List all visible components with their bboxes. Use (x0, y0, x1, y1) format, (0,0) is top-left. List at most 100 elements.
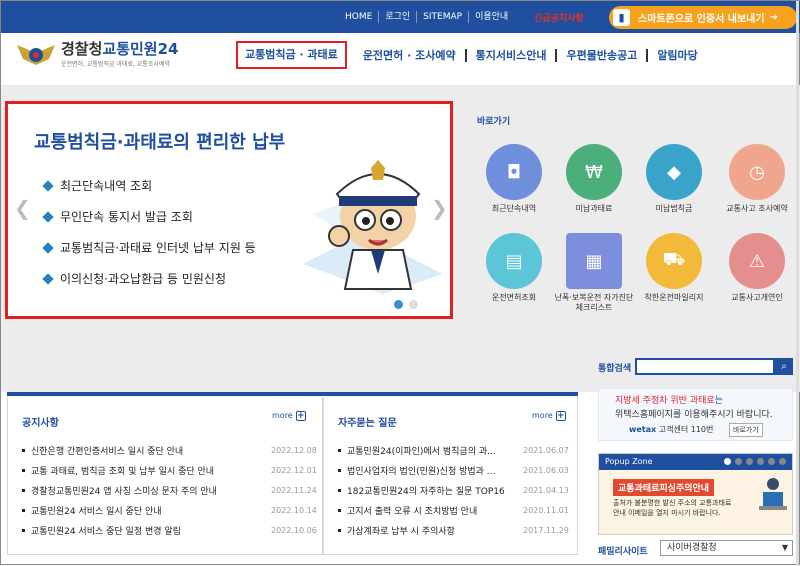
nav-mail-return[interactable]: 우편물반송공고 (557, 48, 649, 62)
list-item-title[interactable]: 고지서 출력 오류 시 조치방법 안내 (347, 504, 477, 517)
quick-link-item[interactable]: ⚠ 교통사고개연인 (714, 233, 800, 303)
faq-list: 교통민원24(이파인)에서 범칙금의 과... 2021.06.07 법인사업자의 … (338, 440, 569, 540)
banner-item-text: 최근단속내역 조회 (60, 179, 153, 193)
list-item-title[interactable]: 교통 과태료, 범칙금 조회 및 납부 일시 중단 안내 (31, 464, 214, 477)
banner-dot-1[interactable] (394, 300, 403, 309)
popup-zone: Popup Zone 교통과태료피싱주의안내 출처가 불분명한 발신 주소의 교… (598, 453, 793, 535)
phone-icon: ▮ (613, 9, 630, 26)
money-icon: ₩ (566, 144, 622, 200)
list-item[interactable]: 법인사업자의 법인(민원)신청 방법과 ... 2021.06.03 (338, 460, 569, 480)
cert-export-button[interactable]: ▮ 스마트폰으로 인증서 내보내기 ➔ (609, 6, 797, 29)
banner-pager (394, 300, 418, 309)
top-link-guide[interactable]: 이용안내 (469, 11, 514, 23)
license-icon: ▤ (486, 233, 542, 289)
popup-dot[interactable] (768, 458, 775, 465)
popup-dot[interactable] (757, 458, 764, 465)
plus-icon: + (295, 411, 306, 421)
police-mascot-illustration (303, 160, 443, 294)
main-banner[interactable]: 교통범칙금·과태료의 편리한 납부 최근단속내역 조회 무인단속 통지서 발급 … (5, 101, 453, 319)
list-item[interactable]: 182교통민원24의 자주하는 질문 TOP16 2021.04.13 (338, 480, 569, 500)
list-item[interactable]: 교통민원24 서비스 일시 중단 안내 2022.10.14 (22, 500, 317, 520)
list-item[interactable]: 신한은행 간편인증서비스 일시 중단 안내 2022.12.08 (22, 440, 317, 460)
list-item-date: 2021.06.03 (523, 465, 569, 475)
popup-zone-header: Popup Zone (599, 454, 792, 470)
quick-link-item[interactable]: ▦ 난폭·보복운전 자가진단 체크리스트 (551, 233, 637, 313)
wetax-line3: wetax 고객센터 110번 (629, 424, 713, 435)
nav-fines[interactable]: 교통범칙금 · 과태료 (236, 41, 347, 69)
site-logo-title[interactable]: 경찰청교통민원24 (61, 38, 178, 59)
quick-link-label: 미납범칙금 (655, 204, 693, 213)
notice-title[interactable]: 공지사항 (22, 414, 59, 429)
police-emblem-icon[interactable] (15, 39, 57, 67)
list-item-title[interactable]: 교통민원24(이파인)에서 범칙금의 과... (347, 444, 496, 457)
quick-link-item[interactable]: ⛟ 착한운전마일리지 (631, 233, 717, 303)
bullet-icon (22, 528, 25, 532)
list-item-title[interactable]: 교통민원24 서비스 일시 중단 안내 (31, 504, 162, 517)
quick-link-item[interactable]: ◘ 최근단속내역 (471, 144, 557, 214)
popup-body[interactable]: 교통과태료피싱주의안내 출처가 불분명한 발신 주소의 교통과태료 안내 이메일을… (599, 470, 792, 534)
nav-license[interactable]: 운전면허 · 조사예약 (354, 48, 467, 62)
scrollbar[interactable] (796, 1, 799, 566)
search-icon[interactable]: ⌕ (775, 358, 793, 375)
family-site-label: 패밀리사이트 (598, 547, 648, 557)
quick-link-item[interactable]: ◆ 미납범칙금 (631, 144, 717, 214)
nav-notice-service[interactable]: 통지서비스안내 (467, 48, 558, 62)
list-item[interactable]: 경찰청교통민원24 앱 사칭 스미싱 문자 주의 안내 2022.11.24 (22, 480, 317, 500)
wetax-callcenter: 고객센터 110번 (658, 425, 714, 434)
emergency-notice-link[interactable]: 긴급공지사항 (534, 11, 584, 24)
list-item-title[interactable]: 경찰청교통민원24 앱 사칭 스미싱 문자 주의 안내 (31, 484, 217, 497)
list-item-title[interactable]: 법인사업자의 법인(민원)신청 방법과 ... (347, 464, 495, 477)
bullet-icon (22, 468, 25, 472)
faq-more-button[interactable]: more + (532, 411, 566, 421)
wetax-highlight: 지방세 주정차 위반 과태료 (615, 396, 715, 406)
chevron-down-icon: ▼ (781, 543, 788, 552)
wetax-banner[interactable]: 지방세 주정차 위반 과태료는 위택스홈페이지를 이용해주시기 바랍니다. we… (598, 388, 793, 441)
search-input[interactable] (635, 358, 775, 375)
quick-link-label: 착한운전마일리지 (644, 293, 704, 302)
list-item[interactable]: 가상계좌로 납부 시 주의사항 2017.11.29 (338, 520, 569, 540)
wetax-line1-tail: 는 (714, 396, 723, 406)
diamond-icon: ◆ (646, 144, 702, 200)
logo-title-a: 경찰청 (61, 40, 103, 58)
banner-item: 교통범칙금·과태료 인터넷 납부 지원 등 (42, 232, 256, 263)
quick-link-item[interactable]: ◷ 교통사고 조사예약 (714, 144, 800, 214)
nav-news[interactable]: 알림마당 (648, 49, 706, 62)
list-item-title[interactable]: 교통민원24 서비스 중단 일정 변경 알림 (31, 524, 181, 537)
list-item[interactable]: 교통민원24 서비스 중단 일정 변경 알림 2022.10.06 (22, 520, 317, 540)
banner-prev-icon[interactable]: ❮ (14, 196, 31, 220)
top-link-login[interactable]: 로그인 (379, 11, 418, 23)
banner-dot-2[interactable] (409, 300, 418, 309)
laptop-user-icon (759, 478, 787, 510)
popup-dot[interactable] (746, 458, 753, 465)
list-item[interactable]: 교통민원24(이파인)에서 범칙금의 과... 2021.06.07 (338, 440, 569, 460)
list-item-title[interactable]: 가상계좌로 납부 시 주의사항 (347, 524, 455, 537)
list-item-title[interactable]: 182교통민원24의 자주하는 질문 TOP16 (347, 484, 505, 497)
wetax-go-button[interactable]: 바로가기 (729, 423, 763, 437)
list-item-title[interactable]: 신한은행 간편인증서비스 일시 중단 안내 (31, 444, 183, 457)
quick-link-label: 미납과태료 (575, 204, 613, 213)
diamond-bullet-icon (42, 210, 54, 223)
quick-links-title: 바로가기 (477, 117, 511, 127)
top-link-sitemap[interactable]: SITEMAP (417, 11, 470, 23)
top-link-home[interactable]: HOME (339, 11, 380, 23)
popup-dot[interactable] (779, 458, 786, 465)
popup-dot[interactable] (735, 458, 742, 465)
list-item[interactable]: 교통 과태료, 범칙금 조회 및 납부 일시 중단 안내 2022.12.01 (22, 460, 317, 480)
cert-export-label: 스마트폰으로 인증서 내보내기 (638, 14, 765, 25)
top-bar: HOME 로그인 SITEMAP 이용안내 긴급공지사항 ▮ 스마트폰으로 인증… (1, 1, 800, 33)
checklist-icon: ▦ (566, 233, 622, 289)
quick-link-item[interactable]: ▤ 운전면허조회 (471, 233, 557, 303)
family-site-select[interactable]: 사이버경찰청 ▼ (660, 540, 793, 556)
banner-title: 교통범칙금·과태료의 편리한 납부 (34, 132, 286, 153)
diamond-bullet-icon (42, 272, 54, 285)
quick-link-item[interactable]: ₩ 미납과태료 (551, 144, 637, 214)
list-item[interactable]: 고지서 출력 오류 시 조치방법 안내 2020.11.01 (338, 500, 569, 520)
banner-list: 최근단속내역 조회 무인단속 통지서 발급 조회 교통범칙금·과태료 인터넷 납… (42, 170, 256, 294)
quick-link-label: 최근단속내역 (491, 204, 537, 213)
banner-next-icon[interactable]: ❯ (431, 196, 448, 220)
car-crash-icon: ⚠ (729, 233, 785, 289)
truck-icon: ⛟ (646, 233, 702, 289)
notice-more-button[interactable]: more + (272, 411, 306, 421)
popup-dot[interactable] (724, 458, 731, 465)
faq-title[interactable]: 자주묻는 질문 (338, 414, 397, 429)
